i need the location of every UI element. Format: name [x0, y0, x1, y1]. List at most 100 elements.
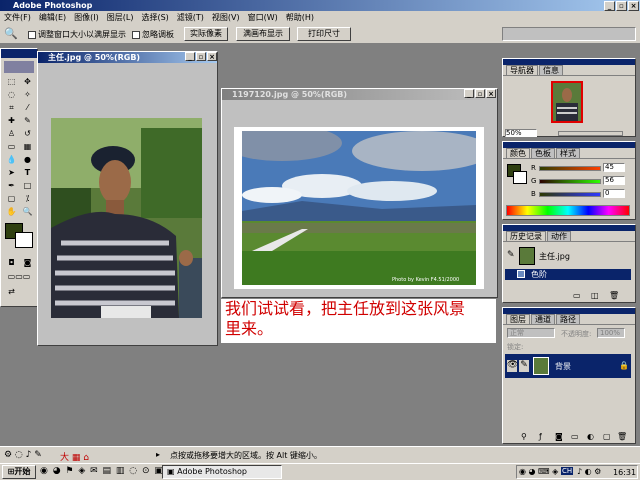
- palette-well[interactable]: [502, 27, 636, 41]
- navigator-zoom-slider[interactable]: [558, 131, 623, 136]
- minimize-button[interactable]: _: [604, 1, 615, 11]
- menu-filter[interactable]: 滤镜(T): [173, 11, 208, 24]
- ignore-palettes-checkbox[interactable]: [132, 30, 140, 39]
- tray-icons[interactable]: ◉ ◕ ⌨ ◈: [519, 467, 558, 476]
- green-value[interactable]: 56: [603, 176, 625, 185]
- history-snapshot-icon[interactable]: ◫: [591, 291, 599, 300]
- red-value[interactable]: 45: [603, 163, 625, 172]
- marquee-tool-icon[interactable]: ⬚: [4, 76, 19, 88]
- blend-mode-select[interactable]: 正常: [507, 328, 555, 338]
- new-layer-icon[interactable]: ▢: [603, 432, 611, 441]
- crop-tool-icon[interactable]: ⌗: [4, 102, 19, 114]
- actual-pixels-button[interactable]: 实际像素: [184, 27, 228, 41]
- menu-help[interactable]: 帮助(H): [282, 11, 318, 24]
- jump-to-imageready-icon[interactable]: ⇄: [4, 286, 19, 298]
- task-photoshop[interactable]: ▣ Adobe Photoshop: [162, 465, 282, 479]
- resize-windows-option[interactable]: 调整窗口大小以满屏显示: [28, 29, 126, 40]
- quicklaunch-toolbar[interactable]: ◉ ◕ ⚑ ◈ ✉ ▤ ▥ ◌ ⊙ ▣: [40, 466, 164, 476]
- blue-value[interactable]: 0: [603, 189, 625, 198]
- hand-tool-icon[interactable]: ✋: [4, 206, 19, 218]
- ignore-palettes-option[interactable]: 忽略调板: [132, 29, 174, 40]
- gradient-tool-icon[interactable]: ▦: [20, 141, 35, 153]
- navigator-thumbnail[interactable]: [551, 81, 583, 123]
- tab-layers[interactable]: 图层: [506, 314, 530, 324]
- move-tool-icon[interactable]: ✥: [20, 76, 35, 88]
- history-trash-icon[interactable]: 🗑: [609, 291, 619, 300]
- layer-brush-icon[interactable]: ✎: [519, 360, 529, 372]
- background-color-swatch[interactable]: [15, 232, 33, 248]
- shape-tool-icon[interactable]: □: [20, 180, 35, 192]
- delete-layer-icon[interactable]: 🗑: [617, 432, 627, 441]
- magic-wand-tool-icon[interactable]: ✧: [20, 89, 35, 101]
- eyedropper-tool-icon[interactable]: ⁒: [20, 193, 35, 205]
- notes-tool-icon[interactable]: ▢: [4, 193, 19, 205]
- blur-tool-icon[interactable]: 💧: [4, 154, 19, 166]
- doc1-maximize-button[interactable]: ▫: [196, 52, 206, 61]
- doc2-minimize-button[interactable]: _: [464, 89, 474, 98]
- history-brush-tool-icon[interactable]: ↺: [20, 128, 35, 140]
- green-slider[interactable]: [539, 179, 601, 184]
- brush-tool-icon[interactable]: ✎: [20, 115, 35, 127]
- tab-actions[interactable]: 动作: [547, 231, 571, 241]
- color-background-swatch[interactable]: [513, 171, 527, 184]
- color-spectrum-bar[interactable]: [506, 205, 630, 216]
- resize-checkbox[interactable]: [28, 30, 36, 39]
- standard-mode-icon[interactable]: ◘: [4, 257, 19, 269]
- doc2-maximize-button[interactable]: ▫: [475, 89, 485, 98]
- layer-set-icon[interactable]: ▭: [571, 432, 579, 441]
- doc2-close-button[interactable]: ×: [486, 89, 496, 98]
- zoom-tool-icon[interactable]: 🔍: [20, 206, 35, 218]
- history-snapshot-row[interactable]: ✎ 主任.jpg: [505, 245, 631, 267]
- menu-image[interactable]: 图像(I): [70, 11, 103, 24]
- tab-navigator[interactable]: 导航器: [506, 65, 538, 75]
- close-button[interactable]: ×: [628, 1, 639, 11]
- ime-icons[interactable]: 大 ▦ ⌂: [60, 450, 89, 463]
- tab-paths[interactable]: 路径: [556, 314, 580, 324]
- healing-brush-tool-icon[interactable]: ✚: [4, 115, 19, 127]
- doc1-close-button[interactable]: ×: [207, 52, 217, 61]
- tab-channels[interactable]: 通道: [531, 314, 555, 324]
- document-2-title-bar[interactable]: 1197120.jpg @ 50%(RGB) _ ▫ ×: [222, 89, 497, 100]
- layer-mask-icon[interactable]: ◙: [555, 432, 563, 441]
- menu-edit[interactable]: 编辑(E): [35, 11, 70, 24]
- red-slider[interactable]: [539, 166, 601, 171]
- fit-on-screen-button[interactable]: 满画布显示: [236, 27, 290, 41]
- tab-history[interactable]: 历史记录: [506, 231, 546, 241]
- menu-file[interactable]: 文件(F): [0, 11, 35, 24]
- opacity-field[interactable]: 100%: [597, 328, 625, 338]
- document-1-title-bar[interactable]: 主任.jpg @ 50%(RGB) _ ▫ ×: [38, 52, 217, 63]
- pen-tool-icon[interactable]: ✒: [4, 180, 19, 192]
- restore-button[interactable]: ▫: [616, 1, 627, 11]
- layer-style-icon[interactable]: ƒ: [539, 432, 542, 441]
- clone-stamp-tool-icon[interactable]: ♙: [4, 128, 19, 140]
- app-title-bar: Adobe Photoshop _ ▫ ×: [0, 0, 640, 11]
- path-selection-tool-icon[interactable]: ➤: [4, 167, 19, 179]
- doc1-minimize-button[interactable]: _: [185, 52, 195, 61]
- quick-mask-mode-icon[interactable]: ◙: [20, 257, 35, 269]
- start-button[interactable]: ⊞开始: [2, 465, 36, 479]
- dodge-tool-icon[interactable]: ●: [20, 154, 35, 166]
- layer-row-background[interactable]: 👁 ✎ 背景 🔒: [505, 354, 631, 378]
- layer-link-icon[interactable]: ⚲: [521, 432, 527, 441]
- menu-select[interactable]: 选择(S): [137, 11, 172, 24]
- input-language-indicator[interactable]: CH: [561, 467, 574, 475]
- menu-view[interactable]: 视图(V): [208, 11, 244, 24]
- tab-swatches[interactable]: 色板: [531, 148, 555, 158]
- blue-slider[interactable]: [539, 192, 601, 197]
- eraser-tool-icon[interactable]: ▭: [4, 141, 19, 153]
- menu-window[interactable]: 窗口(W): [244, 11, 282, 24]
- print-size-button[interactable]: 打印尺寸: [297, 27, 351, 41]
- navigator-zoom-field[interactable]: 50%: [505, 129, 537, 137]
- layer-visibility-eye-icon[interactable]: 👁: [507, 360, 518, 372]
- menu-layer[interactable]: 图层(L): [103, 11, 138, 24]
- adjustment-layer-icon[interactable]: ◐: [587, 432, 594, 441]
- tab-info[interactable]: 信息: [539, 65, 563, 75]
- type-tool-icon[interactable]: T: [20, 167, 35, 179]
- tab-color[interactable]: 颜色: [506, 148, 530, 158]
- history-new-doc-icon[interactable]: ▭: [573, 291, 581, 300]
- lasso-tool-icon[interactable]: ◌: [4, 89, 19, 101]
- tray-icons-2[interactable]: ♪ ◐ ⚙: [577, 467, 601, 476]
- tab-styles[interactable]: 样式: [556, 148, 580, 158]
- screen-mode-icons[interactable]: ▭▭▭: [4, 271, 34, 283]
- slice-tool-icon[interactable]: ⁄: [20, 102, 35, 114]
